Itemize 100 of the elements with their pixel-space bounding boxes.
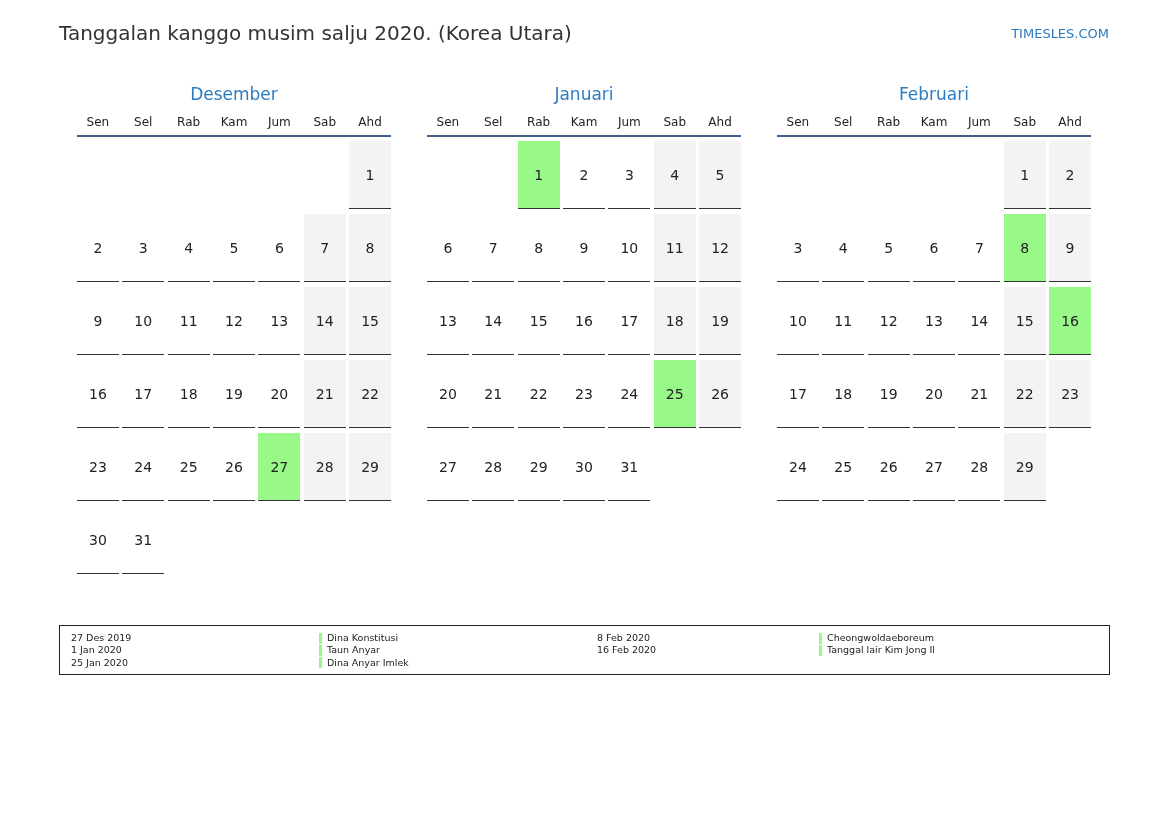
holiday-name: Tanggal lair Kim Jong Il	[827, 644, 935, 657]
date-cell: 21	[958, 360, 1001, 428]
holiday-date: 1 Jan 2020	[71, 644, 123, 657]
date-cell: 25	[653, 360, 696, 428]
date-cell: 23	[563, 360, 605, 428]
holiday-name: Taun Anyar	[327, 644, 380, 657]
holiday-date: 27 Des 2019	[71, 632, 133, 645]
site-link[interactable]: TIMESLES.COM	[1011, 25, 1110, 41]
date-cell: 23	[1049, 360, 1091, 428]
weekday-label: Sab	[662, 114, 687, 131]
date-cell: 7	[958, 214, 1001, 282]
holiday-name: Cheongwoldaeboreum	[827, 632, 934, 645]
date-cell: 3	[608, 141, 651, 209]
date-cell: 20	[258, 360, 301, 428]
weekday-label: Sab	[1012, 114, 1037, 131]
weekday-label: Rab	[526, 114, 552, 131]
date-cell: 14	[958, 287, 1001, 355]
date-cell: 20	[913, 360, 955, 428]
date-cell: 6	[427, 214, 469, 282]
date-cell: 15	[349, 287, 391, 355]
date-cell: 29	[517, 433, 560, 501]
month-name: Februari	[898, 83, 970, 106]
date-cell: 7	[303, 214, 346, 282]
date-cell: 28	[472, 433, 515, 501]
date-cell: 29	[1003, 433, 1046, 501]
date-cell: 2	[77, 214, 119, 282]
date-cell: 17	[777, 360, 819, 428]
weekday-label: Sel	[833, 114, 854, 131]
date-cell: 5	[699, 141, 741, 209]
holiday-date: 25 Jan 2020	[71, 656, 129, 669]
date-cell: 23	[77, 433, 119, 501]
date-cell: 16	[1049, 287, 1091, 355]
holiday-name: Dina Anyar Imlek	[327, 656, 409, 669]
weekday-label: Kam	[219, 114, 249, 131]
date-cell: 12	[213, 287, 255, 355]
date-cell: 4	[167, 214, 210, 282]
weekday-label: Jum	[966, 114, 992, 131]
date-cell: 10	[777, 287, 819, 355]
date-cell: 21	[472, 360, 515, 428]
weekday-label: Rab	[176, 114, 202, 131]
date-cell: 13	[913, 287, 955, 355]
weekday-label: Sen	[785, 114, 811, 131]
date-cell: 11	[167, 287, 210, 355]
holiday-date: 8 Feb 2020	[597, 632, 652, 645]
date-cell: 24	[122, 433, 165, 501]
date-cell: 31	[608, 433, 651, 501]
weekday-label: Sel	[483, 114, 504, 131]
date-cell: 29	[349, 433, 391, 501]
page-title: Tanggalan kanggo musim salju 2020. (Korea Utara)	[59, 21, 572, 45]
date-cell: 18	[653, 287, 696, 355]
weekday-label: Sen	[85, 114, 111, 131]
date-cell: 26	[699, 360, 741, 428]
holiday-name: Dina Konstitusi	[327, 632, 399, 645]
date-cell: 14	[472, 287, 515, 355]
date-cell: 17	[608, 287, 651, 355]
date-cell: 4	[822, 214, 865, 282]
date-cell: 2	[1049, 141, 1091, 209]
date-cell: 28	[303, 433, 346, 501]
date-cell: 12	[867, 287, 910, 355]
date-cell: 10	[122, 287, 165, 355]
date-cell: 11	[653, 214, 696, 282]
date-cell: 15	[517, 287, 560, 355]
date-cell: 30	[563, 433, 605, 501]
date-cell: 9	[77, 287, 119, 355]
date-cell: 22	[517, 360, 560, 428]
date-cell: 1	[517, 141, 560, 209]
date-cell: 22	[1003, 360, 1046, 428]
date-cell: 8	[349, 214, 391, 282]
date-cell: 12	[699, 214, 741, 282]
weekday-label: Ahd	[707, 114, 733, 131]
date-cell: 8	[1003, 214, 1046, 282]
weekday-label: Jum	[266, 114, 292, 131]
date-cell: 3	[122, 214, 165, 282]
date-cell: 19	[213, 360, 255, 428]
date-cell: 24	[777, 433, 819, 501]
date-cell: 25	[822, 433, 865, 501]
date-cell: 16	[77, 360, 119, 428]
date-cell: 19	[699, 287, 741, 355]
date-cell: 31	[122, 506, 165, 574]
date-cell: 25	[167, 433, 210, 501]
date-cell: 24	[608, 360, 651, 428]
weekday-label: Sel	[133, 114, 154, 131]
date-cell: 27	[913, 433, 955, 501]
date-cell: 9	[563, 214, 605, 282]
date-cell: 9	[1049, 214, 1091, 282]
date-cell: 8	[517, 214, 560, 282]
date-cell: 27	[258, 433, 301, 501]
weekday-label: Ahd	[1057, 114, 1083, 131]
date-cell: 15	[1003, 287, 1046, 355]
weekday-label: Rab	[876, 114, 902, 131]
date-cell: 28	[958, 433, 1001, 501]
weekday-label: Sab	[312, 114, 337, 131]
date-cell: 11	[822, 287, 865, 355]
month-name: Januari	[552, 83, 615, 106]
date-cell: 5	[213, 214, 255, 282]
date-cell: 1	[349, 141, 391, 209]
date-cell: 21	[303, 360, 346, 428]
weekday-label: Jum	[616, 114, 642, 131]
date-cell: 26	[213, 433, 255, 501]
date-cell: 10	[608, 214, 651, 282]
